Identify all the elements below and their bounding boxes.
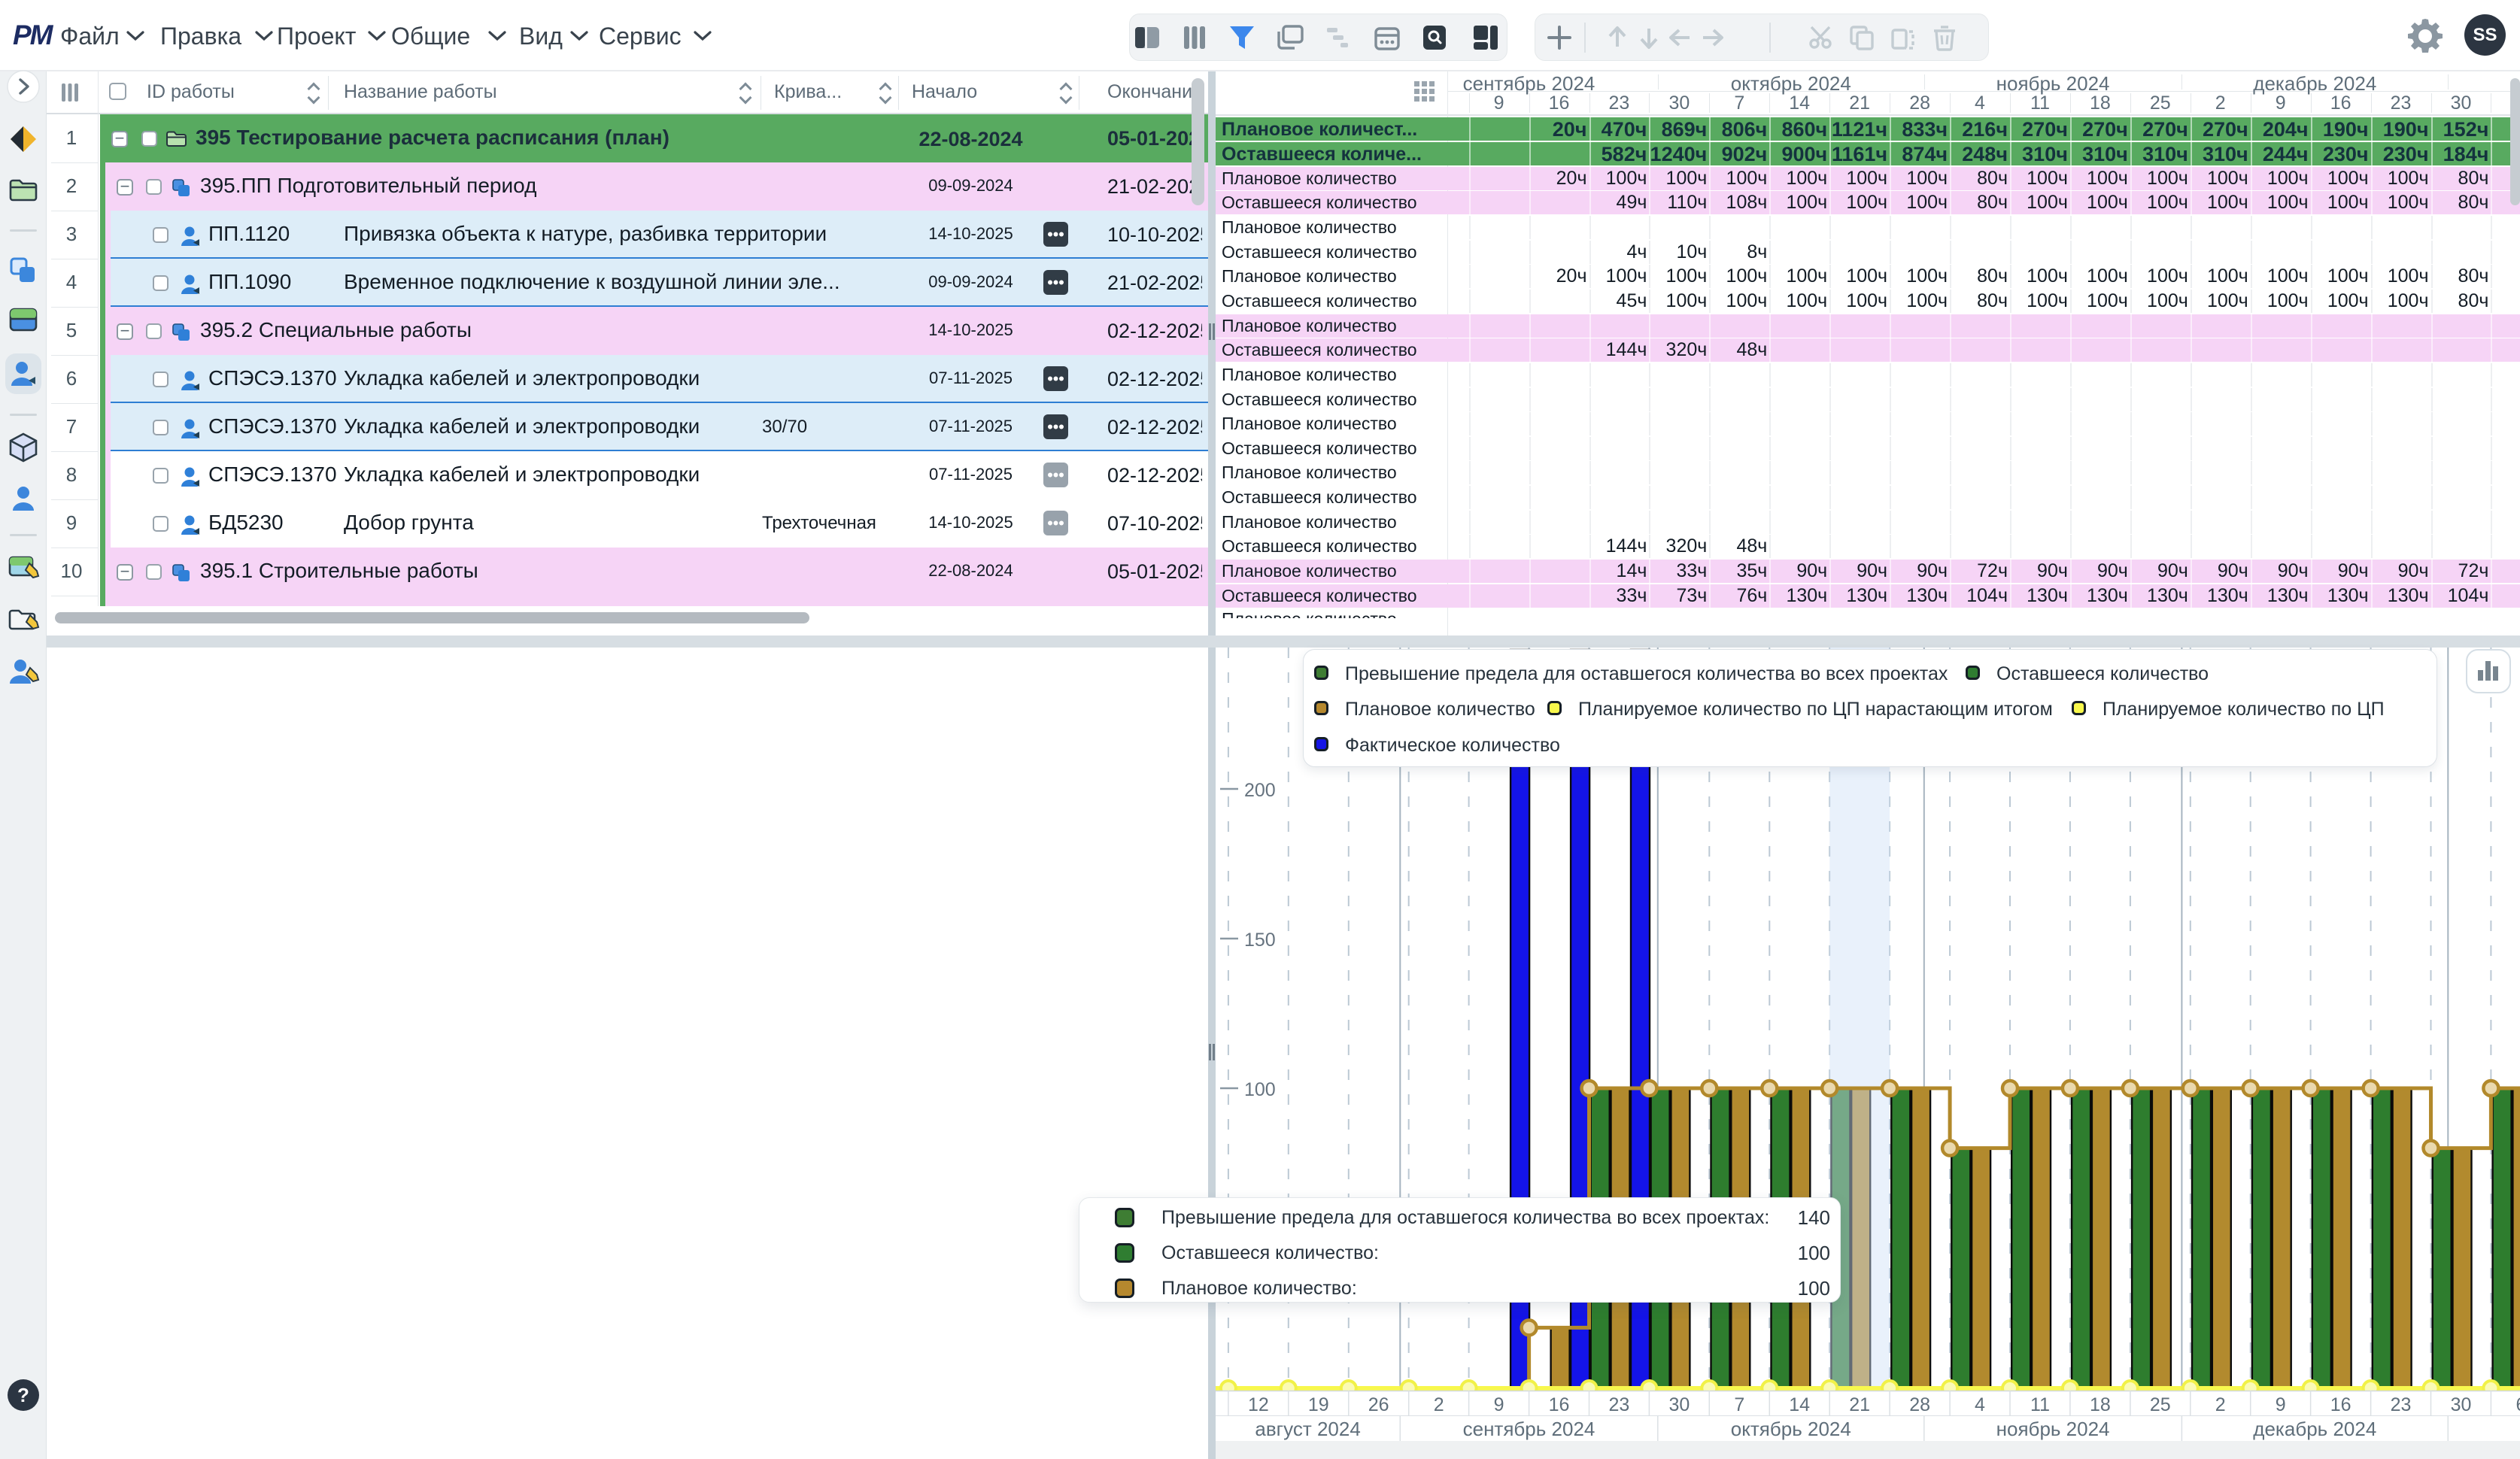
svg-text:октябрь 2024: октябрь 2024 (1731, 1418, 1851, 1440)
svg-text:2: 2 (2215, 1394, 2226, 1415)
svg-text:30: 30 (1668, 1394, 1690, 1415)
svg-text:23: 23 (1608, 1394, 1629, 1415)
svg-text:150: 150 (1244, 930, 1276, 951)
svg-text:9: 9 (1494, 1394, 1504, 1415)
svg-text:100: 100 (1244, 1079, 1276, 1100)
svg-text:16: 16 (2330, 1394, 2351, 1415)
svg-text:12: 12 (1248, 1394, 1269, 1415)
svg-text:18: 18 (2090, 1394, 2111, 1415)
svg-text:ноябрь 2024: ноябрь 2024 (1996, 1418, 2110, 1440)
svg-text:30: 30 (2451, 1394, 2472, 1415)
svg-text:9: 9 (2276, 1394, 2286, 1415)
svg-text:6: 6 (2515, 1394, 2520, 1415)
svg-text:23: 23 (2391, 1394, 2412, 1415)
svg-text:4: 4 (1975, 1394, 1985, 1415)
svg-text:7: 7 (1734, 1394, 1744, 1415)
svg-text:декабрь 2024: декабрь 2024 (2253, 1418, 2376, 1440)
svg-text:сентябрь 2024: сентябрь 2024 (1463, 1418, 1595, 1440)
svg-text:2: 2 (1434, 1394, 1444, 1415)
svg-text:август 2024: август 2024 (1255, 1418, 1360, 1440)
svg-text:11: 11 (2030, 1394, 2050, 1415)
svg-text:19: 19 (1308, 1394, 1329, 1415)
svg-text:25: 25 (2150, 1394, 2171, 1415)
svg-text:26: 26 (1368, 1394, 1389, 1415)
svg-text:28: 28 (1909, 1394, 1930, 1415)
svg-text:200: 200 (1244, 780, 1276, 801)
svg-text:21: 21 (1849, 1394, 1870, 1415)
svg-text:16: 16 (1549, 1394, 1570, 1415)
svg-text:14: 14 (1789, 1394, 1810, 1415)
